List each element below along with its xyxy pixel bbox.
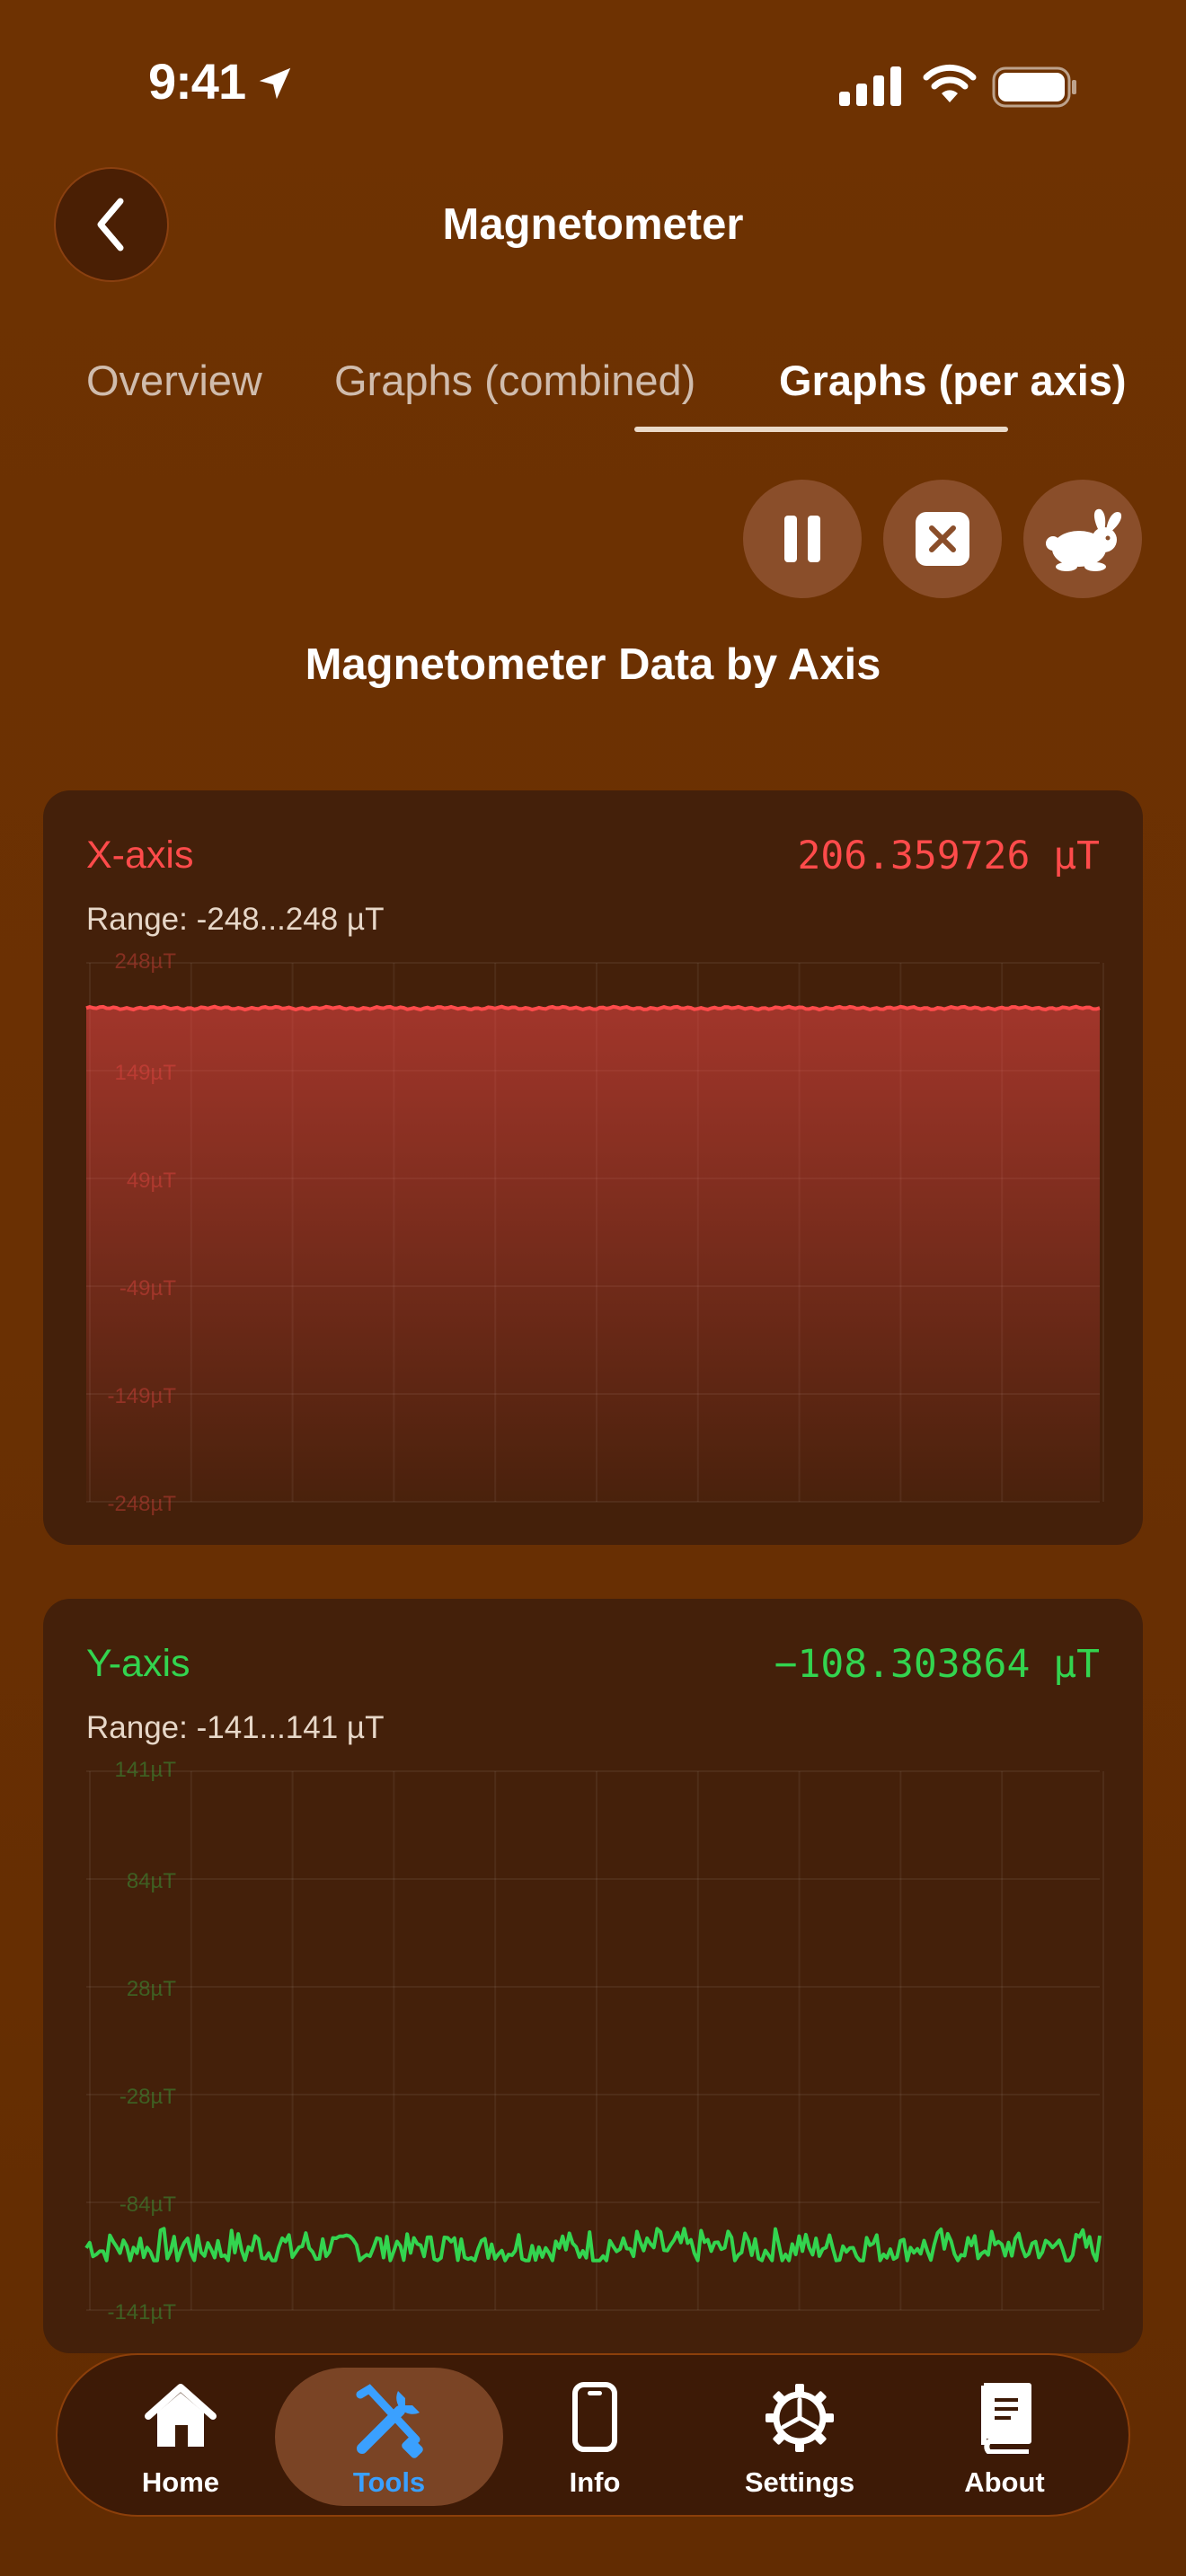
x-chart-tick-label: 248µT — [114, 949, 176, 974]
active-tab-indicator — [634, 427, 1008, 432]
rabbit-icon — [1046, 508, 1122, 571]
cellular-signal-icon — [839, 66, 901, 106]
book-icon — [981, 2383, 1031, 2454]
y-chart-tick-label: -28µT — [119, 2085, 177, 2109]
x-axis-value: 206.359726 µT — [797, 834, 1100, 878]
x-axis-label: X-axis — [86, 834, 194, 877]
x-axis-card: X-axis 206.359726 µT Range: -248...248 µ… — [43, 790, 1143, 1545]
location-arrow-icon — [259, 67, 291, 100]
page-title: Magnetometer — [442, 200, 744, 249]
tabbar-info[interactable]: Info — [491, 2355, 698, 2519]
tabbar-tools-label: Tools — [352, 2466, 426, 2498]
x-chart-series-line — [85, 1004, 1101, 1012]
tab-graphs-combined[interactable]: Graphs (combined) — [334, 356, 695, 405]
y-chart-tick-label: 84µT — [127, 1869, 177, 1893]
x-chart-area — [86, 1006, 1100, 1502]
tabbar-home-label: Home — [141, 2466, 220, 2498]
status-time: 9:41 — [148, 53, 246, 110]
y-chart-tick-label: -141µT — [107, 2300, 176, 2325]
clear-button[interactable] — [883, 480, 1002, 598]
home-icon — [145, 2384, 217, 2447]
tabbar-about[interactable]: About — [901, 2355, 1108, 2519]
tabbar-tools[interactable]: Tools — [275, 2368, 503, 2506]
section-title: Magnetometer Data by Axis — [305, 640, 881, 689]
tabbar-about-label: About — [964, 2466, 1045, 2498]
y-chart-tick-label: 28µT — [127, 1977, 177, 2001]
tab-graphs-per-axis[interactable]: Graphs (per axis) — [779, 356, 1127, 405]
y-chart-series-line — [84, 2227, 1102, 2263]
y-axis-value: −108.303864 µT — [774, 1642, 1100, 1687]
y-chart-tick-label: -84µT — [119, 2192, 177, 2217]
x-axis-range: Range: -248...248 µT — [86, 902, 385, 937]
speed-button[interactable] — [1023, 480, 1142, 598]
pause-button[interactable] — [743, 480, 862, 598]
clear-icon — [916, 512, 969, 566]
tabbar-info-label: Info — [569, 2466, 621, 2498]
x-axis-chart: 248µT149µT49µT-49µT-149µT-248µT — [85, 949, 1104, 1516]
tabbar-settings[interactable]: Settings — [696, 2355, 903, 2519]
tabbar-settings-label: Settings — [744, 2466, 855, 2498]
tabbar-home[interactable]: Home — [77, 2355, 284, 2519]
y-axis-label: Y-axis — [86, 1642, 190, 1685]
phone-icon — [572, 2382, 617, 2452]
y-axis-card: Y-axis −108.303864 µT Range: -141...141 … — [43, 1599, 1143, 2353]
wifi-icon — [923, 64, 977, 102]
pause-icon — [784, 516, 820, 562]
battery-icon — [992, 66, 1076, 108]
gear-icon — [766, 2384, 834, 2452]
tab-overview[interactable]: Overview — [86, 356, 262, 405]
tab-bar: Home Tools Info Settings About — [56, 2353, 1130, 2517]
y-axis-chart: 141µT 84µT 28µT -28µT -84µT -141µT — [84, 1758, 1104, 2325]
y-chart-tick-label: 141µT — [114, 1758, 176, 1782]
tools-icon — [356, 2384, 423, 2458]
y-axis-range: Range: -141...141 µT — [86, 1710, 385, 1745]
